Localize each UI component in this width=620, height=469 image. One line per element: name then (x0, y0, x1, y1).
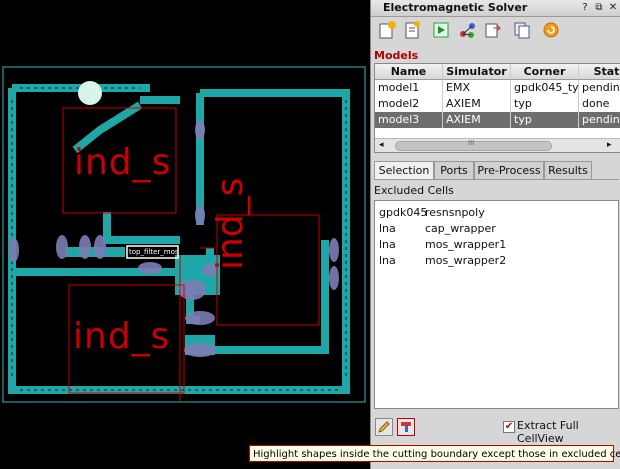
scrollbar-grip: III (468, 139, 475, 147)
table-header: Name Simulator Corner Stat (375, 64, 620, 80)
tab-selection[interactable]: Selection (374, 161, 434, 180)
cell-library: lna (379, 222, 396, 235)
new-document-icon[interactable] (402, 20, 422, 40)
column-header-simulator[interactable]: Simulator (443, 64, 511, 80)
cell-name: mos_wrapper2 (425, 254, 507, 267)
cell-library: gpdk045 (379, 206, 428, 219)
row-corner: typ (511, 112, 579, 128)
layout-drawing (2, 66, 366, 403)
help-icon[interactable]: ? (579, 1, 591, 14)
row-status: done (579, 96, 620, 112)
extract-full-cellview-label: Extract Full CellView (517, 419, 579, 445)
row-status: pending (579, 80, 620, 96)
row-simulator: AXIEM (443, 96, 511, 112)
excluded-cells-title: Excluded Cells (374, 184, 454, 197)
toolbar (371, 17, 620, 45)
instance-label: top_filter_mos (129, 248, 177, 256)
extract-full-cellview-checkbox[interactable]: ✔ (503, 421, 515, 433)
panel-title: Electromagnetic Solver (383, 1, 528, 14)
float-icon[interactable]: ⧉ (593, 1, 605, 14)
column-header-status[interactable]: Stat (579, 64, 620, 80)
row-status: pending (579, 112, 620, 128)
row-corner: gpdk045_typ (511, 80, 579, 96)
row-simulator: EMX (443, 80, 511, 96)
scrollbar-thumb[interactable]: III (395, 139, 552, 151)
settings-network-icon[interactable] (457, 20, 477, 40)
export-icon[interactable] (483, 20, 503, 40)
cell-name: resnsnpoly (425, 206, 485, 219)
ind-label-3: ind_s (73, 316, 171, 357)
edit-excluded-button[interactable] (375, 418, 393, 436)
new-model-icon[interactable] (377, 20, 397, 40)
tab-ports[interactable]: Ports (434, 161, 474, 179)
run-icon[interactable] (431, 20, 451, 40)
row-name: model1 (375, 80, 443, 96)
scroll-right-icon[interactable]: ▸ (607, 139, 612, 151)
models-section-title: Models (374, 49, 419, 62)
models-table: Name Simulator Corner Stat model1 EMX gp… (374, 63, 620, 153)
highlight-icon (401, 422, 411, 432)
ind-label-2: ind_s (210, 177, 251, 270)
close-icon[interactable]: ✕ (607, 1, 619, 14)
column-header-name[interactable]: Name (375, 64, 443, 80)
highlight-shapes-button[interactable] (397, 418, 415, 436)
cell-name: cap_wrapper (425, 222, 496, 235)
panel-title-bar: Electromagnetic Solver ? ⧉ ✕ (371, 0, 620, 17)
table-row[interactable]: model1 EMX gpdk045_typ pending (375, 80, 620, 96)
scroll-left-icon[interactable]: ◂ (379, 139, 384, 151)
horizontal-scrollbar[interactable]: ◂ III ▸ (375, 138, 620, 152)
row-name: model3 (375, 112, 443, 128)
tab-pre-process[interactable]: Pre-Process (474, 161, 544, 179)
ind-label-1: ind_s (74, 142, 172, 183)
copy-icon[interactable] (512, 20, 532, 40)
cell-library: lna (379, 254, 396, 267)
table-row[interactable]: model2 AXIEM typ done (375, 96, 620, 112)
pencil-icon (378, 421, 390, 433)
layout-canvas[interactable]: ind_s ind_s ind_s top_filter_mos (0, 0, 370, 469)
em-solver-panel: Electromagnetic Solver ? ⧉ ✕ Models Name (370, 0, 620, 469)
excluded-cells-list[interactable]: gpdk045 resnsnpoly lna cap_wrapper lna m… (374, 200, 619, 409)
cell-library: lna (379, 238, 396, 251)
column-header-corner[interactable]: Corner (511, 64, 579, 80)
row-simulator: AXIEM (443, 112, 511, 128)
highlight-blob (78, 81, 102, 105)
table-row-selected[interactable]: model3 AXIEM typ pending (375, 112, 620, 128)
row-corner: typ (511, 96, 579, 112)
tooltip: Highlight shapes inside the cutting boun… (249, 445, 620, 462)
refresh-icon[interactable] (541, 20, 561, 40)
tab-results[interactable]: Results (544, 161, 592, 179)
cell-name: mos_wrapper1 (425, 238, 507, 251)
row-name: model2 (375, 96, 443, 112)
